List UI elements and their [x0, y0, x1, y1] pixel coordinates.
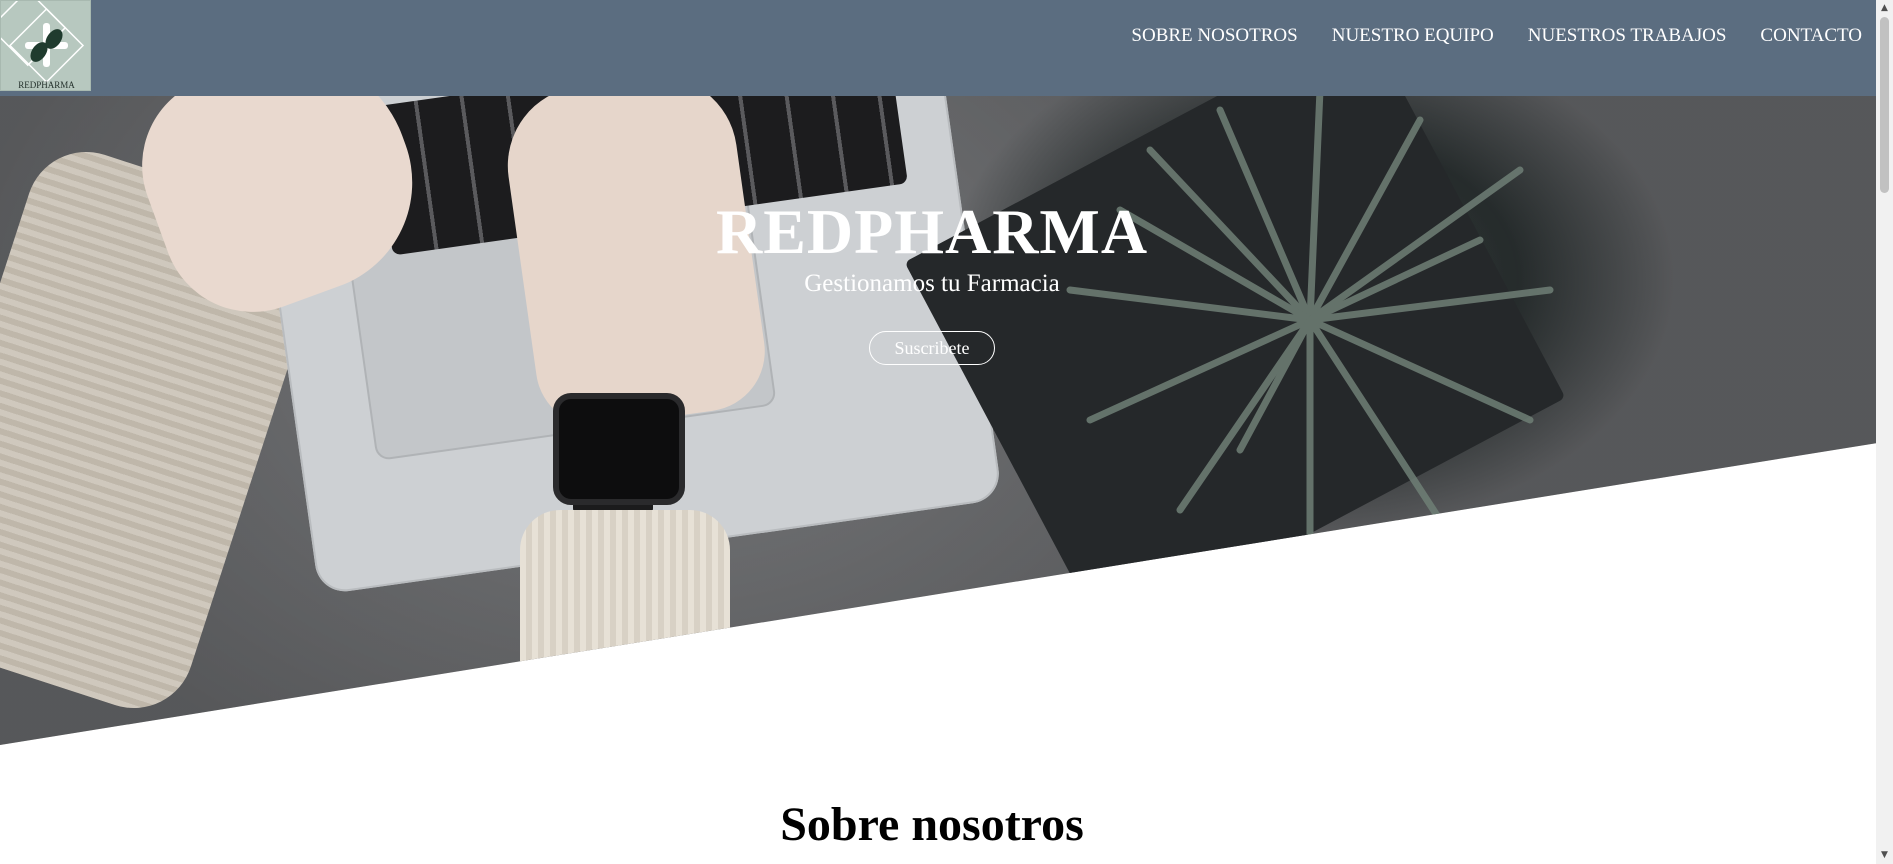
nav-link-contacto[interactable]: CONTACTO — [1760, 24, 1862, 48]
page: REDPHARMA Gestionamos tu Farmacia Suscri… — [0, 0, 1876, 864]
hero-photo-watch — [553, 393, 685, 505]
hero-section: REDPHARMA Gestionamos tu Farmacia Suscri… — [0, 0, 1876, 745]
nav-link-sobre-nosotros[interactable]: SOBRE NOSOTROS — [1131, 24, 1297, 48]
hero-subtitle: Gestionamos tu Farmacia — [804, 270, 1060, 297]
subscribe-button[interactable]: Suscribete — [869, 331, 995, 365]
triangle-up-icon[interactable]: ▲ — [1876, 0, 1893, 17]
about-section-title: Sobre nosotros — [780, 798, 1084, 851]
site-header: REDPHARMA SOBRE NOSOTROS NUESTRO EQUIPO … — [0, 0, 1876, 96]
vertical-scrollbar[interactable]: ▲ ▼ — [1876, 0, 1893, 864]
logo-text: REDPHARMA — [18, 80, 75, 90]
pharmacy-cross-diamond-icon — [1, 1, 85, 84]
nav-link-nuestro-equipo[interactable]: NUESTRO EQUIPO — [1332, 24, 1494, 48]
hero-title: REDPHARMA — [715, 196, 1149, 267]
scrollbar-thumb[interactable] — [1880, 17, 1889, 193]
nav-link-nuestros-trabajos[interactable]: NUESTROS TRABAJOS — [1528, 24, 1727, 48]
hero-photo-sleeve-right — [520, 510, 730, 745]
logo[interactable]: REDPHARMA — [0, 0, 91, 91]
hero-photo-plant — [1066, 90, 1554, 544]
triangle-down-icon[interactable]: ▼ — [1876, 847, 1893, 864]
main-nav: SOBRE NOSOTROS NUESTRO EQUIPO NUESTROS T… — [1131, 24, 1862, 48]
